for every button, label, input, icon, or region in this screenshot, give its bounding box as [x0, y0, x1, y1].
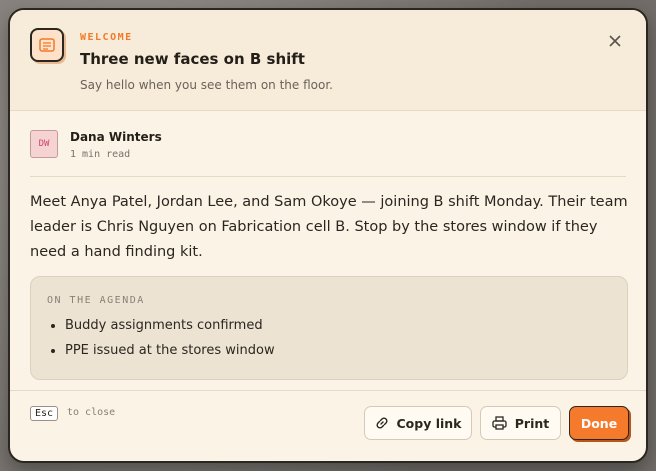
printer-icon — [492, 416, 507, 430]
copy-link-label: Copy link — [396, 415, 462, 431]
print-label: Print — [514, 415, 550, 431]
read-time: 1 min read — [70, 149, 131, 160]
eyebrow-label: WELCOME — [80, 32, 133, 43]
esc-key-hint: Esc — [30, 406, 59, 421]
dialog-footer: Esc to close Copy link Print Done — [10, 390, 646, 461]
dialog-title: Three new faces on B shift — [80, 50, 305, 68]
avatar: DW — [30, 130, 58, 158]
agenda-box: ON THE AGENDA Buddy assignments confirme… — [30, 276, 628, 380]
copy-link-button[interactable]: Copy link — [364, 406, 472, 440]
list-item: PPE issued at the stores window — [65, 338, 275, 363]
author-row: DW Dana Winters 1 min read — [30, 128, 626, 177]
print-button[interactable]: Print — [480, 406, 561, 440]
done-button[interactable]: Done — [569, 406, 629, 440]
message-body: Meet Anya Patel, Jordan Lee, and Sam Oko… — [30, 194, 628, 260]
dialog-header: WELCOME Three new faces on B shift Say h… — [10, 10, 646, 111]
close-hint: to close — [67, 407, 116, 418]
link-icon — [375, 417, 388, 429]
author-name: Dana Winters — [70, 130, 162, 144]
close-button[interactable] — [606, 32, 624, 50]
dialog-subtitle: Say hello when you see them on the floor… — [80, 78, 333, 92]
agenda-label: ON THE AGENDA — [47, 295, 145, 306]
close-icon — [609, 35, 621, 47]
welcome-dialog: WELCOME Three new faces on B shift Say h… — [8, 8, 648, 463]
list-item: Buddy assignments confirmed — [65, 313, 275, 338]
newspaper-icon — [30, 28, 64, 62]
agenda-list: Buddy assignments confirmed PPE issued a… — [47, 313, 275, 363]
